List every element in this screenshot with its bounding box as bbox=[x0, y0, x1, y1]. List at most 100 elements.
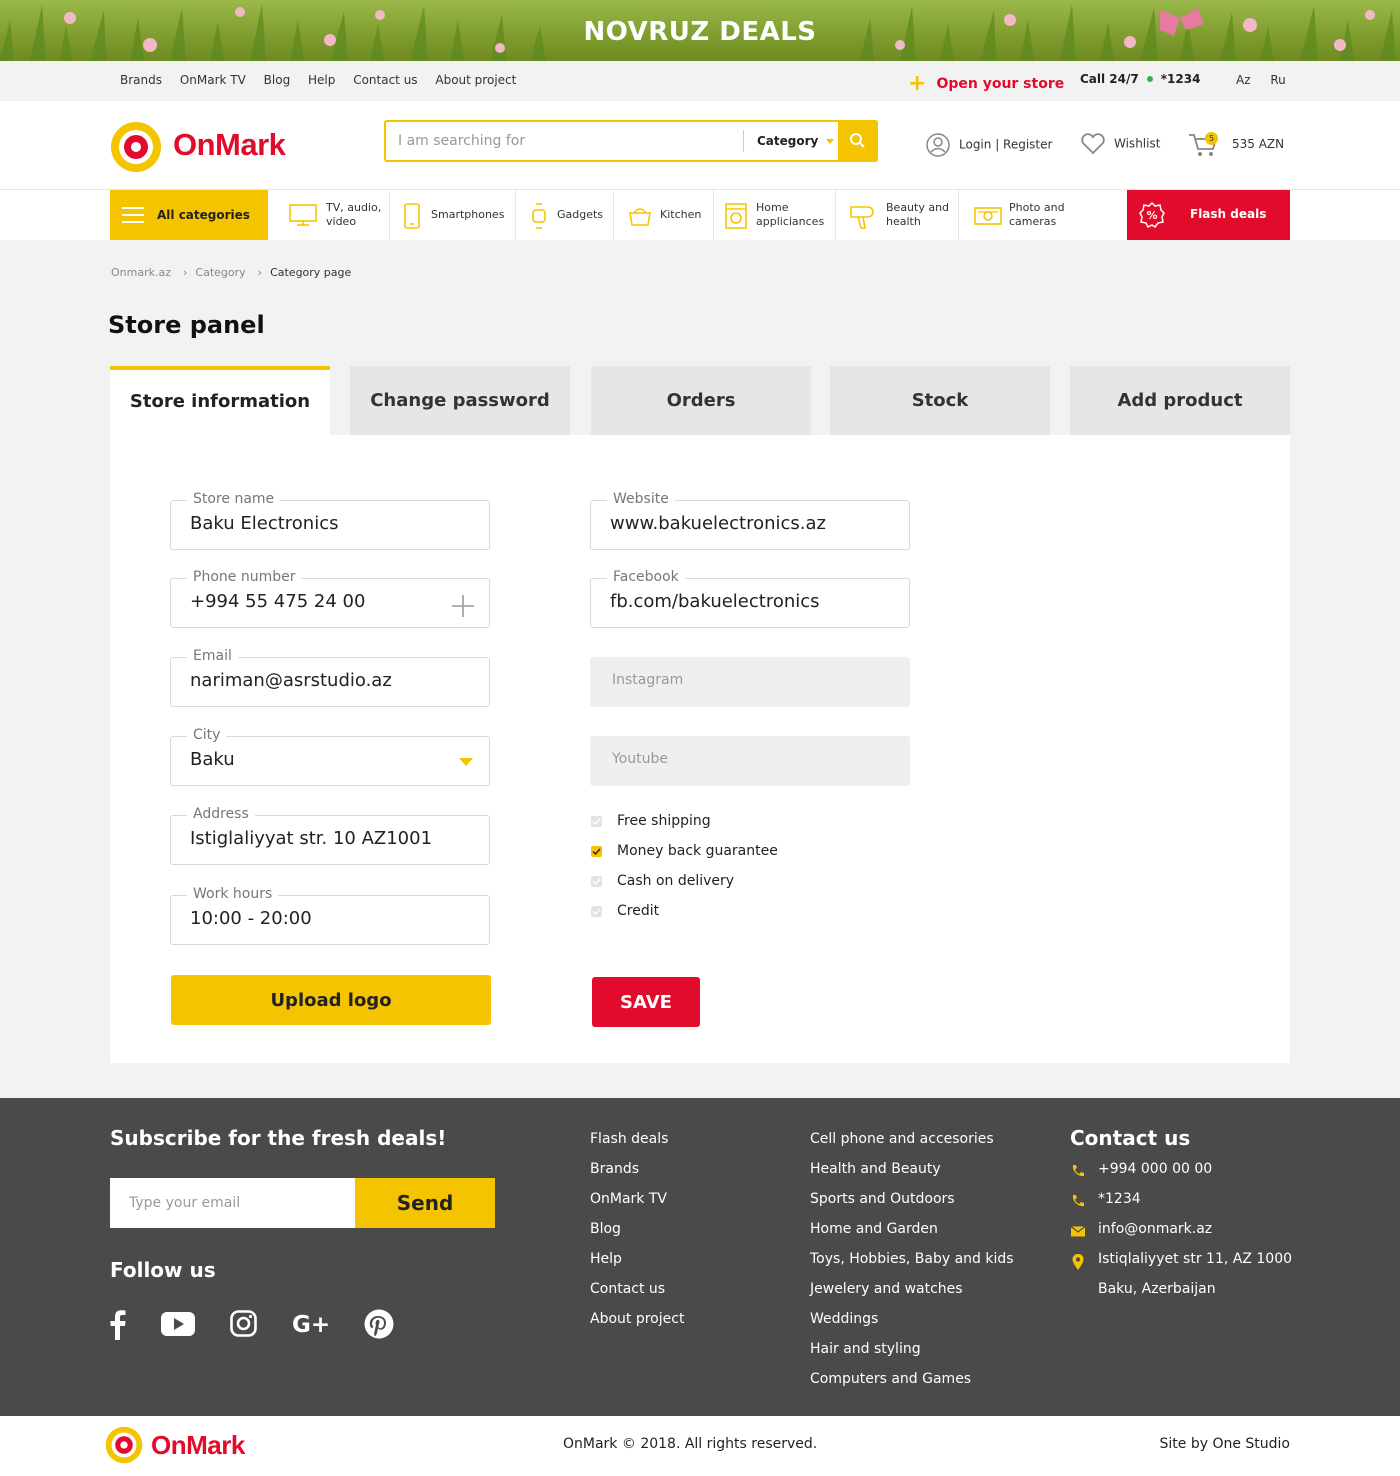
field-label: Phone number bbox=[187, 569, 302, 585]
field-placeholder: Instagram bbox=[612, 672, 684, 688]
footer-link-blog[interactable]: Blog bbox=[590, 1219, 684, 1249]
hair-dryer-icon bbox=[850, 206, 874, 229]
top-nav: Brands OnMark TV Blog Help Contact us Ab… bbox=[120, 73, 530, 87]
call-info: Call 24/7 *1234 bbox=[1080, 72, 1200, 86]
subscribe-send-button[interactable]: Send bbox=[355, 1178, 495, 1228]
category-tv-audio-video[interactable]: TV, audio, video bbox=[280, 190, 390, 240]
tab-change-password[interactable]: Change password bbox=[350, 366, 570, 435]
flash-deals-button[interactable]: % Flash deals bbox=[1127, 190, 1290, 240]
facebook-icon[interactable] bbox=[110, 1308, 126, 1340]
footer-link-about[interactable]: About project bbox=[590, 1309, 684, 1339]
category-home-appliances[interactable]: Home appliciances bbox=[714, 190, 836, 240]
work-hours-field[interactable]: Work hours 10:00 - 20:00 bbox=[170, 886, 490, 945]
youtube-icon[interactable] bbox=[161, 1312, 195, 1336]
footer-link-contact[interactable]: Contact us bbox=[590, 1279, 684, 1309]
search-input[interactable] bbox=[398, 122, 738, 160]
all-categories-button[interactable]: All categories bbox=[110, 190, 268, 240]
search-button[interactable] bbox=[838, 120, 878, 162]
top-link-help[interactable]: Help bbox=[308, 73, 335, 87]
category-smartphones[interactable]: Smartphones bbox=[390, 190, 516, 240]
breadcrumb-current: Category page bbox=[270, 266, 352, 279]
store-name-field[interactable]: Store name Baku Electronics bbox=[170, 491, 490, 550]
field-value: fb.com/bakuelectronics bbox=[610, 591, 820, 612]
youtube-field[interactable]: Youtube bbox=[590, 736, 910, 786]
email-field[interactable]: Email nariman@asrstudio.az bbox=[170, 648, 490, 707]
category-photo-cameras[interactable]: Photo and cameras bbox=[959, 190, 1077, 240]
pinterest-icon[interactable] bbox=[364, 1309, 394, 1339]
footer-category-link[interactable]: Toys, Hobbies, Baby and kids bbox=[810, 1249, 1014, 1279]
login-register-link[interactable]: Login | Register bbox=[925, 132, 1052, 158]
lang-az[interactable]: Az bbox=[1236, 73, 1251, 87]
footer-category-link[interactable]: Hair and styling bbox=[810, 1339, 1014, 1369]
footer-link-help[interactable]: Help bbox=[590, 1249, 684, 1279]
contact-address-line-1: Istiqlaliyyet str 11, AZ 1000 bbox=[1098, 1251, 1293, 1267]
open-store-label: Open your store bbox=[936, 76, 1065, 92]
breadcrumb-category[interactable]: Category bbox=[195, 266, 245, 279]
instagram-icon[interactable] bbox=[230, 1310, 257, 1337]
category-label: Smartphones bbox=[431, 208, 505, 221]
city-select[interactable]: City Baku bbox=[170, 727, 490, 786]
category-gadgets[interactable]: Gadgets bbox=[516, 190, 614, 240]
footer-category-link[interactable]: Health and Beauty bbox=[810, 1159, 1014, 1189]
add-phone-plus-icon[interactable] bbox=[451, 594, 475, 618]
breadcrumb-home[interactable]: Onmark.az bbox=[111, 266, 171, 279]
footer-category-link[interactable]: Jewelery and watches bbox=[810, 1279, 1014, 1309]
field-label: Work hours bbox=[187, 886, 279, 902]
google-plus-icon[interactable]: G+ bbox=[292, 1312, 330, 1336]
top-link-about[interactable]: About project bbox=[435, 73, 516, 87]
footer-logo[interactable]: OnMark bbox=[105, 1426, 265, 1466]
lang-ru[interactable]: Ru bbox=[1270, 73, 1285, 87]
field-label: Address bbox=[187, 806, 255, 822]
footer-category-link[interactable]: Sports and Outdoors bbox=[810, 1189, 1014, 1219]
address-field[interactable]: Address Istiglaliyyat str. 10 AZ1001 bbox=[170, 806, 490, 865]
top-link-onmark-tv[interactable]: OnMark TV bbox=[180, 73, 246, 87]
subscribe-email-input[interactable] bbox=[110, 1178, 355, 1228]
footer-link-flash-deals[interactable]: Flash deals bbox=[590, 1129, 684, 1159]
site-by-link[interactable]: Site by One Studio bbox=[1160, 1436, 1291, 1452]
tab-orders[interactable]: Orders bbox=[591, 366, 811, 435]
contact-us-title: Contact us bbox=[1070, 1126, 1191, 1150]
category-label: Gadgets bbox=[557, 208, 604, 221]
tab-stock[interactable]: Stock bbox=[830, 366, 1050, 435]
footer-category-link[interactable]: Home and Garden bbox=[810, 1219, 1014, 1249]
plus-icon: + bbox=[908, 71, 927, 96]
pot-icon bbox=[629, 208, 651, 226]
category-kitchen[interactable]: Kitchen bbox=[614, 190, 714, 240]
footer-category-link[interactable]: Cell phone and accesories bbox=[810, 1129, 1014, 1159]
field-label: City bbox=[187, 727, 227, 743]
heart-icon bbox=[1081, 133, 1105, 155]
footer-category-link[interactable]: Weddings bbox=[810, 1309, 1014, 1339]
checkbox-icon bbox=[591, 876, 602, 887]
checkbox-icon bbox=[591, 906, 602, 917]
top-link-brands[interactable]: Brands bbox=[120, 73, 162, 87]
promo-banner[interactable]: NOVRUZ DEALS bbox=[0, 0, 1400, 61]
top-link-contact[interactable]: Contact us bbox=[353, 73, 417, 87]
top-bar: Brands OnMark TV Blog Help Contact us Ab… bbox=[0, 61, 1400, 101]
upload-logo-button[interactable]: Upload logo bbox=[171, 975, 491, 1025]
category-label: TV, audio, video bbox=[326, 201, 382, 228]
footer-links-main: Flash deals Brands OnMark TV Blog Help C… bbox=[590, 1129, 684, 1339]
contact-address-line-2: Baku, Azerbaijan bbox=[1098, 1281, 1216, 1297]
logo[interactable]: OnMark bbox=[110, 121, 320, 173]
phone-number-field[interactable]: Phone number +994 55 475 24 00 bbox=[170, 569, 490, 628]
category-label: Beauty and health bbox=[886, 201, 950, 228]
field-value: nariman@asrstudio.az bbox=[190, 670, 392, 691]
tab-store-information[interactable]: Store information bbox=[110, 366, 330, 435]
cart-link[interactable]: 5 535 AZN bbox=[1188, 129, 1284, 162]
category-beauty-health[interactable]: Beauty and health bbox=[836, 190, 959, 240]
wishlist-link[interactable]: Wishlist bbox=[1080, 132, 1160, 156]
category-label: Kitchen bbox=[660, 208, 702, 221]
website-field[interactable]: Website www.bakuelectronics.az bbox=[590, 491, 910, 550]
wishlist-label: Wishlist bbox=[1114, 136, 1161, 151]
tab-add-product[interactable]: Add product bbox=[1070, 366, 1290, 435]
top-link-blog[interactable]: Blog bbox=[264, 73, 291, 87]
instagram-field[interactable]: Instagram bbox=[590, 657, 910, 707]
save-button[interactable]: SAVE bbox=[592, 977, 700, 1027]
footer-category-link[interactable]: Computers and Games bbox=[810, 1369, 1014, 1399]
footer-link-brands[interactable]: Brands bbox=[590, 1159, 684, 1189]
footer-link-onmark-tv[interactable]: OnMark TV bbox=[590, 1189, 684, 1219]
search-category-select[interactable]: Category bbox=[743, 130, 835, 152]
svg-text:G+: G+ bbox=[292, 1312, 330, 1336]
facebook-field[interactable]: Facebook fb.com/bakuelectronics bbox=[590, 569, 910, 628]
open-store-link[interactable]: + Open your store bbox=[908, 69, 1065, 96]
